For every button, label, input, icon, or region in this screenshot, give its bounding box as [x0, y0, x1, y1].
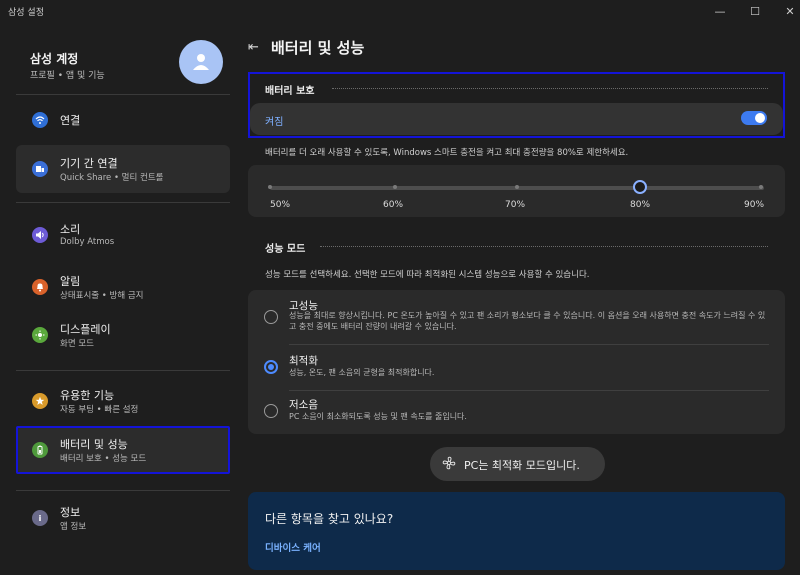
mode-title-quiet: 저소음: [289, 399, 318, 411]
sidebar-item-device-connection[interactable]: 기기 간 연결 Quick Share • 멀티 컨트롤: [16, 145, 230, 193]
performance-mode-card: 고성능 성능을 최대로 향상시킵니다. PC 온도가 높아질 수 있고 팬 소리…: [248, 290, 785, 434]
devices-icon: [32, 161, 48, 177]
toggle-state-label: 켜짐: [265, 117, 284, 128]
radio-optimized[interactable]: [264, 360, 278, 374]
section-line: [320, 246, 768, 247]
switch-knob: [755, 113, 765, 123]
mode-desc-quiet: PC 소음이 최소화되도록 성능 및 팬 속도를 줄입니다.: [289, 412, 467, 421]
sidebar-item-label: 디스플레이: [60, 323, 111, 336]
app-title: 삼성 설정: [8, 8, 44, 18]
sidebar-item-display[interactable]: 디스플레이 화면 모드: [16, 311, 230, 359]
sidebar-item-label: 소리: [60, 223, 81, 236]
maximize-icon: ☐: [750, 4, 760, 18]
level-label-60: 60%: [383, 200, 404, 210]
person-icon: [193, 54, 209, 70]
mode-desc-high-performance: 성능을 최대로 향상시킵니다. PC 온도가 높아질 수 있고 팬 소리가 평소…: [289, 311, 766, 331]
sidebar-item-sound[interactable]: 소리 Dolby Atmos: [16, 211, 230, 259]
sidebar-item-desc: 화면 모드: [60, 339, 94, 349]
slider-tick: [268, 185, 272, 189]
battery-protection-toggle-row[interactable]: 켜짐: [250, 103, 783, 135]
sidebar-item-desc: 앱 정보: [60, 522, 87, 532]
close-icon: ✕: [785, 4, 795, 18]
find-other-card: 다른 항목을 찾고 있나요? 디바이스 케어: [248, 492, 785, 570]
sidebar-item-label: 정보: [60, 506, 81, 519]
mode-title-optimized: 최적화: [289, 355, 318, 367]
slider-tick: [759, 185, 763, 189]
sidebar-item-label: 기기 간 연결: [60, 157, 118, 170]
sidebar-item-desc: Dolby Atmos: [60, 237, 115, 247]
minimize-button[interactable]: —: [700, 0, 740, 22]
charge-limit-slider-card: 50% 60% 70% 80% 90%: [248, 165, 785, 217]
performance-mode-heading: 성능 모드: [265, 244, 306, 255]
sidebar-item-useful-features[interactable]: 유용한 기능 자동 부팅 • 빠른 설정: [16, 377, 230, 425]
divider: [16, 370, 230, 371]
sidebar-item-label: 알림: [60, 275, 81, 288]
minimize-icon: —: [714, 4, 726, 18]
close-button[interactable]: ✕: [770, 0, 800, 22]
radio-high-performance[interactable]: [264, 310, 278, 324]
sidebar-item-label: 유용한 기능: [60, 389, 115, 402]
sidebar-item-label: 연결: [60, 114, 81, 127]
mode-desc-optimized: 성능, 온도, 팬 소음의 균형을 최적화합니다.: [289, 368, 435, 377]
sidebar-item-label: 배터리 및 성능: [60, 438, 128, 451]
slider-tick: [515, 185, 519, 189]
mode-separator: [289, 390, 769, 391]
sidebar-item-desc: Quick Share • 멀티 컨트롤: [60, 173, 164, 183]
slider-tick: [393, 185, 397, 189]
battery-icon: [32, 442, 48, 458]
account-name: 삼성 계정: [30, 52, 79, 66]
mode-separator: [289, 344, 769, 345]
divider: [16, 202, 230, 203]
sidebar-item-about[interactable]: i 정보 앱 정보: [16, 494, 230, 542]
bell-icon: [32, 279, 48, 295]
speaker-icon: [32, 227, 48, 243]
sidebar: 삼성 계정 프로필 • 앱 및 기능 연결 기기 간 연결 Quick Shar…: [0, 22, 240, 575]
title-bar: 삼성 설정 — ☐ ✕: [0, 0, 800, 22]
divider: [16, 94, 230, 95]
avatar[interactable]: [179, 40, 223, 84]
page-title: 배터리 및 성능: [271, 39, 365, 57]
find-question: 다른 항목을 찾고 있나요?: [265, 512, 394, 526]
battery-protection-heading: 배터리 보호: [265, 86, 315, 97]
radio-quiet[interactable]: [264, 404, 278, 418]
level-label-90: 90%: [744, 200, 765, 210]
divider: [16, 490, 230, 491]
sidebar-item-battery-performance[interactable]: 배터리 및 성능 배터리 보호 • 성능 모드: [16, 426, 230, 474]
sidebar-item-desc: 자동 부팅 • 빠른 설정: [60, 405, 139, 415]
sun-icon: [32, 327, 48, 343]
device-care-link[interactable]: 디바이스 케어: [265, 540, 321, 554]
level-label-80: 80%: [630, 200, 651, 210]
sidebar-item-desc: 배터리 보호 • 성능 모드: [60, 454, 147, 464]
wifi-icon: [32, 112, 48, 128]
account-subtitle: 프로필 • 앱 및 기능: [30, 71, 105, 81]
sidebar-item-desc: 상태표시줄 • 방해 금지: [60, 291, 144, 301]
level-label-50: 50%: [270, 200, 291, 210]
performance-info-text: 성능 모드를 선택하세요. 선택한 모드에 따라 최적화된 시스템 성능으로 사…: [265, 270, 590, 280]
sidebar-item-connection[interactable]: 연결: [16, 96, 230, 144]
level-label-70: 70%: [505, 200, 526, 210]
star-icon: [32, 393, 48, 409]
info-icon: i: [32, 510, 48, 526]
back-arrow-icon[interactable]: ⇤: [248, 40, 259, 55]
battery-protection-switch[interactable]: [741, 111, 767, 125]
fan-icon: [442, 456, 456, 473]
maximize-button[interactable]: ☐: [735, 0, 775, 22]
status-pill: PC는 최적화 모드입니다.: [430, 447, 605, 481]
status-pill-text: PC는 최적화 모드입니다.: [464, 459, 580, 472]
charge-limit-thumb[interactable]: [633, 180, 647, 194]
battery-info-text: 배터리를 더 오래 사용할 수 있도록, Windows 스마트 충전을 켜고 …: [265, 148, 629, 158]
sidebar-item-notifications[interactable]: 알림 상태표시줄 • 방해 금지: [16, 263, 230, 311]
section-line: [332, 88, 768, 89]
